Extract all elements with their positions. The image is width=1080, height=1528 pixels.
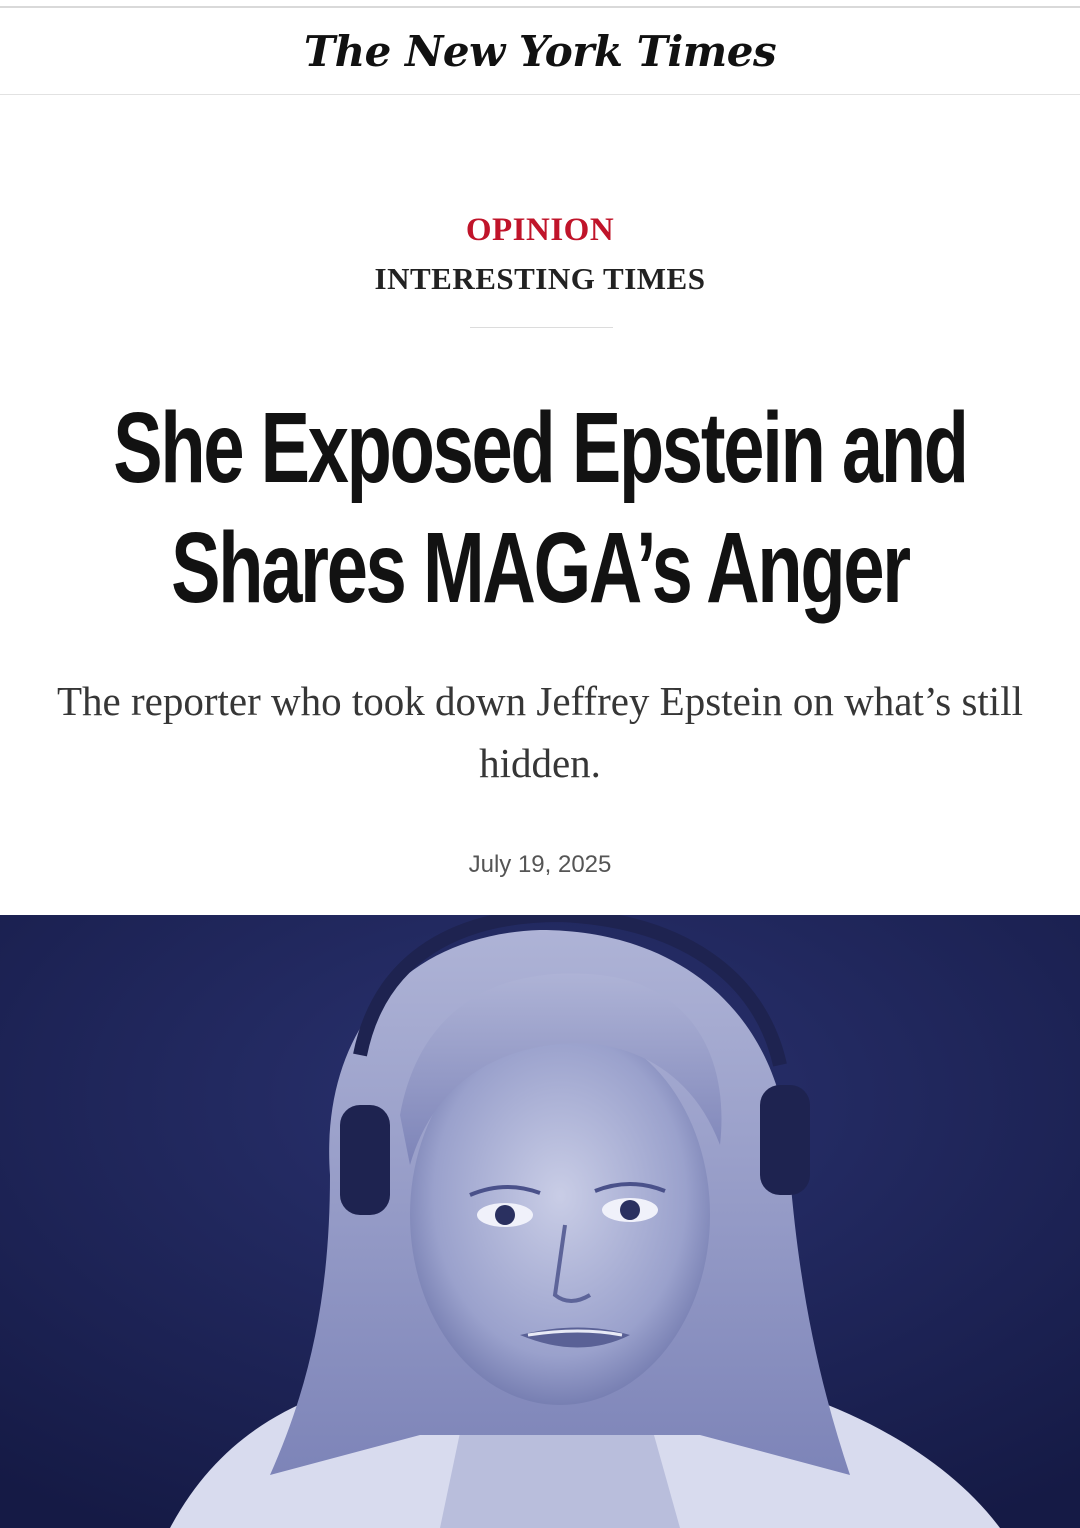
headline-line-2: Shares MAGA’s Anger <box>171 512 911 624</box>
headline: She Exposed Epstein and Shares MAGA’s An… <box>0 388 1080 628</box>
headline-line-1: She Exposed Epstein and <box>113 392 969 504</box>
summary: The reporter who took down Jeffrey Epste… <box>0 670 1080 794</box>
portrait-illustration <box>0 915 1080 1528</box>
summary-line-2: hidden. <box>479 740 601 786</box>
kicker-divider <box>470 327 613 328</box>
column-label[interactable]: INTERESTING TIMES <box>0 261 1080 297</box>
masthead: The New York Times <box>0 8 1080 95</box>
summary-line-1: The reporter who took down Jeffrey Epste… <box>57 678 1023 724</box>
publish-date: July 19, 2025 <box>468 851 612 878</box>
section-label[interactable]: OPINION <box>0 212 1080 249</box>
lead-photo[interactable] <box>0 915 1080 1528</box>
nyt-logo[interactable]: The New York Times <box>304 27 777 76</box>
